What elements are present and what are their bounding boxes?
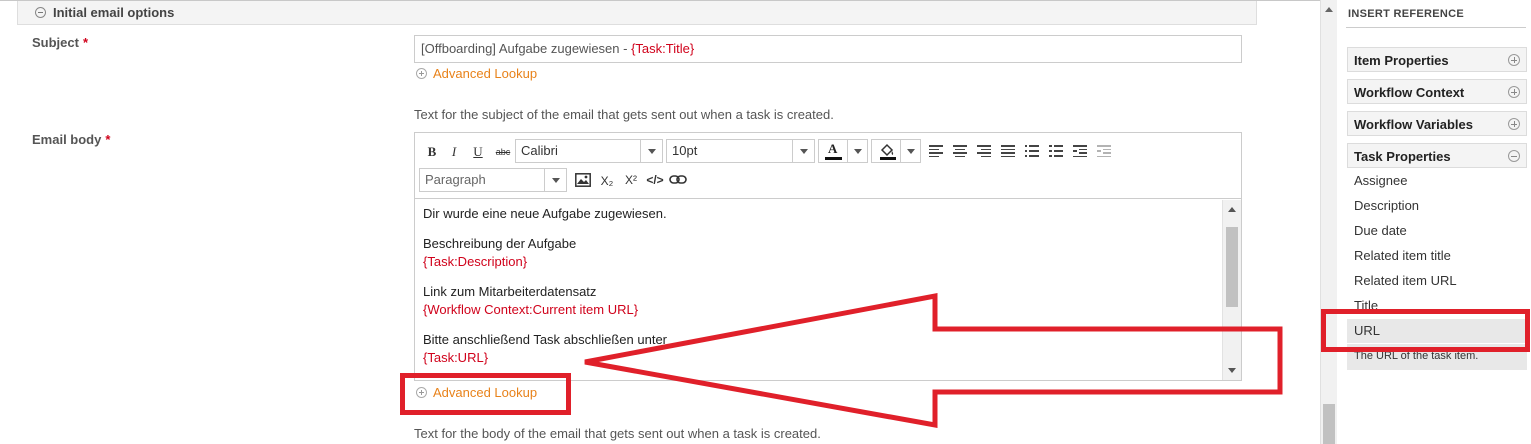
- body-line: Beschreibung der Aufgabe: [423, 236, 577, 251]
- accordion-task-properties[interactable]: Task Properties: [1347, 143, 1527, 168]
- font-size-select[interactable]: 10pt: [666, 139, 815, 163]
- bullet-list-icon[interactable]: [1025, 145, 1039, 157]
- indent-icon[interactable]: [1073, 145, 1087, 158]
- expand-icon: [1508, 54, 1520, 66]
- body-token: {Task:Description}: [423, 254, 528, 269]
- panel-divider: [1346, 27, 1526, 28]
- body-line: Dir wurde eine neue Aufgabe zugewiesen.: [423, 206, 667, 221]
- bold-button[interactable]: B: [425, 142, 439, 162]
- text-color-button[interactable]: A: [818, 139, 868, 163]
- accordion-workflow-context[interactable]: Workflow Context: [1347, 79, 1527, 104]
- align-right-icon[interactable]: [977, 145, 991, 158]
- font-size-value: 10pt: [672, 143, 698, 158]
- property-assignee[interactable]: Assignee: [1347, 169, 1527, 193]
- accordion-label: Item Properties: [1354, 53, 1449, 68]
- paint-bucket-icon: [880, 143, 896, 160]
- numbered-list-icon[interactable]: [1049, 145, 1063, 157]
- email-body-label-text: Email body: [32, 132, 102, 147]
- subject-label: Subject *: [32, 35, 88, 50]
- code-button[interactable]: </>: [645, 170, 665, 190]
- section-header-initial-email[interactable]: Initial email options: [17, 1, 1257, 25]
- plus-circle-icon: [416, 68, 427, 79]
- text-color-icon: A: [828, 141, 838, 156]
- accordion-label: Workflow Variables: [1354, 117, 1473, 132]
- property-due-date[interactable]: Due date: [1347, 219, 1527, 243]
- rich-text-editor[interactable]: B I U abc Calibri 10pt A Paragraph X₂ X²…: [414, 132, 1242, 381]
- expand-icon: [1508, 118, 1520, 130]
- link-icon[interactable]: [669, 174, 687, 186]
- align-left-icon[interactable]: [929, 145, 943, 158]
- align-center-icon[interactable]: [953, 145, 967, 158]
- body-help-text: Text for the body of the email that gets…: [414, 426, 821, 441]
- align-justify-icon[interactable]: [1001, 145, 1015, 158]
- accordion-workflow-variables[interactable]: Workflow Variables: [1347, 111, 1527, 136]
- strikethrough-button[interactable]: abc: [494, 142, 512, 162]
- subscript-button[interactable]: X₂: [598, 171, 616, 191]
- required-mark: *: [82, 35, 89, 50]
- subject-text: [Offboarding] Aufgabe zugewiesen -: [421, 41, 632, 56]
- collapse-icon: [1508, 150, 1520, 162]
- property-description[interactable]: Description: [1347, 194, 1527, 218]
- scroll-down-icon[interactable]: [1228, 368, 1236, 373]
- paragraph-format-select[interactable]: Paragraph: [419, 168, 567, 192]
- body-line: Bitte anschließend Task abschließen unte…: [423, 332, 668, 347]
- paragraph-format-value: Paragraph: [425, 172, 486, 187]
- chevron-down-icon: [847, 140, 867, 162]
- body-paragraph: Bitte anschließend Task abschließen unte…: [423, 331, 1213, 367]
- outdent-icon[interactable]: [1097, 145, 1111, 158]
- highlight-color-button[interactable]: [871, 139, 921, 163]
- editor-content[interactable]: Dir wurde eine neue Aufgabe zugewiesen. …: [415, 200, 1221, 380]
- scroll-up-icon[interactable]: [1228, 207, 1236, 212]
- chevron-down-icon: [900, 140, 920, 162]
- email-body-label: Email body *: [32, 132, 110, 147]
- scroll-thumb[interactable]: [1323, 404, 1335, 444]
- body-token: {Task:URL}: [423, 350, 489, 365]
- scroll-up-icon[interactable]: [1325, 7, 1333, 12]
- body-paragraph: Link zum Mitarbeiterdatensatz {Workflow …: [423, 283, 1213, 319]
- subject-input[interactable]: [Offboarding] Aufgabe zugewiesen - {Task…: [414, 35, 1242, 63]
- font-family-value: Calibri: [521, 143, 558, 158]
- font-family-select[interactable]: Calibri: [515, 139, 663, 163]
- accordion-label: Workflow Context: [1354, 85, 1465, 100]
- subject-token: {Task:Title}: [631, 41, 695, 56]
- required-mark: *: [105, 132, 111, 147]
- accordion-item-properties[interactable]: Item Properties: [1347, 47, 1527, 72]
- annotation-box-lookup: [400, 373, 571, 415]
- expand-icon: [1508, 86, 1520, 98]
- lookup-label: Advanced Lookup: [433, 66, 538, 81]
- property-related-item-title[interactable]: Related item title: [1347, 244, 1527, 268]
- scroll-thumb[interactable]: [1226, 227, 1238, 307]
- subject-advanced-lookup[interactable]: Advanced Lookup: [416, 66, 537, 84]
- italic-button[interactable]: I: [448, 142, 460, 162]
- accordion-label: Task Properties: [1354, 149, 1451, 164]
- insert-reference-panel: INSERT REFERENCE Item Properties Workflo…: [1338, 0, 1531, 444]
- underline-button[interactable]: U: [471, 142, 485, 162]
- body-token: {Workflow Context:Current item URL}: [423, 302, 639, 317]
- chevron-down-icon: [640, 140, 662, 162]
- collapse-icon[interactable]: [35, 7, 46, 18]
- subject-label-text: Subject: [32, 35, 79, 50]
- chevron-down-icon: [544, 169, 566, 191]
- text-color-swatch: [825, 157, 842, 160]
- superscript-button[interactable]: X²: [622, 170, 640, 190]
- page-scrollbar[interactable]: [1320, 0, 1337, 444]
- section-title: Initial email options: [53, 5, 175, 20]
- image-icon[interactable]: [575, 173, 591, 187]
- subject-help-text: Text for the subject of the email that g…: [414, 107, 834, 122]
- panel-title: INSERT REFERENCE: [1348, 8, 1465, 20]
- property-related-item-url[interactable]: Related item URL: [1347, 269, 1527, 293]
- body-paragraph: Beschreibung der Aufgabe {Task:Descripti…: [423, 235, 1213, 271]
- chevron-down-icon: [792, 140, 814, 162]
- editor-toolbar: B I U abc Calibri 10pt A Paragraph X₂ X²…: [415, 133, 1241, 199]
- body-line: Link zum Mitarbeiterdatensatz: [423, 284, 597, 299]
- editor-scrollbar[interactable]: [1222, 200, 1241, 380]
- annotation-box-url: [1321, 309, 1530, 352]
